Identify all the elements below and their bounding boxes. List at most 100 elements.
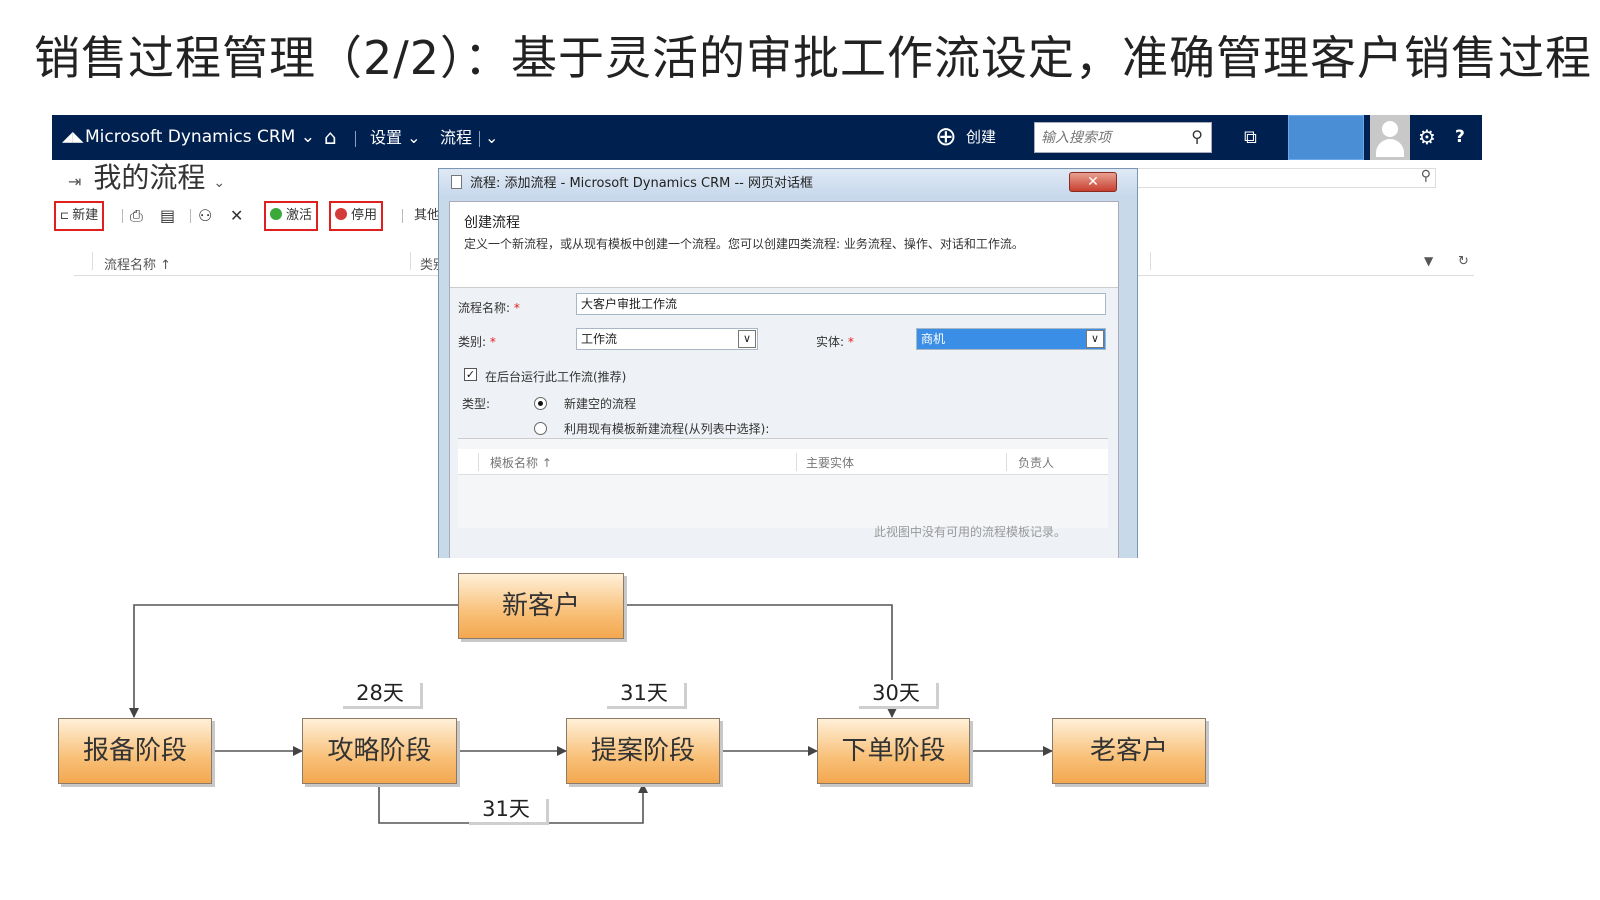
flow-stage-proposal: 提案阶段 (566, 718, 720, 784)
slide-title: 销售过程管理（2/2）：基于灵活的审批工作流设定，准确管理客户销售过程 (34, 31, 1593, 85)
column-divider (1006, 453, 1007, 471)
type-template-radio[interactable] (534, 422, 547, 435)
brand-menu[interactable]: Microsoft Dynamics CRM ⌄ (85, 115, 315, 160)
type-template-label[interactable]: 利用现有模板新建流程(从列表中选择): (564, 420, 769, 437)
nav-settings[interactable]: 设置 ⌄ (370, 115, 421, 160)
column-header-name[interactable]: 流程名称 ↑ (104, 254, 171, 273)
category-select[interactable]: 工作流 ∨ (576, 328, 758, 350)
nav-divider (479, 131, 480, 147)
flow-stage-report: 报备阶段 (58, 718, 212, 784)
entity-select[interactable]: 商机 ∨ (916, 328, 1106, 350)
process-name-label: 流程名称: * (458, 299, 520, 316)
process-name-input[interactable]: 大客户审批工作流 (576, 293, 1106, 315)
required-marker: * (847, 335, 854, 349)
delete-icon[interactable]: ✕ (230, 201, 243, 231)
primary-entity-column[interactable]: 主要实体 (806, 454, 854, 471)
entity-value: 商机 (921, 332, 946, 346)
new-icon: ⊏ (60, 209, 70, 222)
command-bar: ⊏ 新建 ⎙ ▤ ⚇ ✕ 激活 停用 其他 (52, 201, 452, 231)
entity-label: 实体: * (816, 333, 854, 350)
dialog-body: 创建流程 定义一个新流程，或从现有模板中创建一个流程。您可以创建四类流程: 业务… (449, 201, 1119, 558)
duration-label-2: 31天 (604, 680, 684, 706)
search-icon[interactable]: ⚲ (1191, 127, 1203, 146)
toolbar-divider (190, 209, 191, 223)
process-label: 流程 (440, 128, 473, 147)
search-icon[interactable]: ⚲ (1421, 168, 1431, 184)
activate-button[interactable]: 激活 (264, 201, 319, 231)
template-grid-header: 模板名称 ↑ 主要实体 负责人 (458, 449, 1108, 475)
create-icon[interactable]: ⊕ (935, 115, 957, 160)
type-new-label[interactable]: 新建空的流程 (564, 395, 636, 412)
dialog-header: 创建流程 定义一个新流程，或从现有模板中创建一个流程。您可以创建四类流程: 业务… (450, 202, 1118, 288)
duration-label-1: 28天 (340, 680, 420, 706)
dialog-titlebar[interactable]: 流程: 添加流程 - Microsoft Dynamics CRM -- 网页对… (439, 169, 1137, 199)
nav-process[interactable]: 流程 (440, 115, 472, 160)
template-grid: 模板名称 ↑ 主要实体 负责人 此视图中没有可用的流程模板记录。 (458, 438, 1108, 539)
process-chevron-icon[interactable]: ⌄ (485, 115, 498, 160)
help-icon[interactable]: ? (1455, 115, 1465, 160)
entity-label-text: 实体: (816, 335, 845, 349)
view-search-box[interactable]: ⚲ (1132, 168, 1436, 188)
dropdown-arrow-icon[interactable]: ∨ (738, 330, 756, 348)
dialog-description: 定义一个新流程，或从现有模板中创建一个流程。您可以创建四类流程: 业务流程、操作… (464, 237, 1024, 251)
close-icon[interactable]: ✕ (1069, 172, 1117, 192)
category-label: 类别: * (458, 333, 496, 350)
duration-label-back: 31天 (466, 796, 546, 822)
background-run-checkbox[interactable]: ✓ (464, 368, 477, 381)
dynamics-logo-icon: ◢◣ (62, 129, 84, 145)
column-divider (92, 252, 93, 270)
required-marker: * (513, 301, 520, 315)
home-icon[interactable]: ⌂ (324, 115, 337, 160)
nav-divider (355, 131, 356, 147)
gear-icon[interactable]: ⚙ (1418, 115, 1436, 160)
avatar-head (1382, 121, 1398, 137)
recent-records-icon[interactable]: ⧉ (1244, 115, 1257, 160)
owner-column[interactable]: 负责人 (1018, 454, 1054, 471)
user-tile[interactable] (1288, 115, 1364, 160)
chevron-down-icon[interactable]: ⌄ (213, 175, 225, 191)
top-navbar: ◢◣ Microsoft Dynamics CRM ⌄ ⌂ 设置 ⌄ 流程 ⌄ … (52, 115, 1482, 160)
dialog-heading: 创建流程 (464, 215, 520, 231)
assign-icon[interactable]: ⚇ (198, 201, 212, 231)
avatar[interactable] (1370, 115, 1410, 160)
category-label-text: 类别: (458, 335, 487, 349)
pin-icon[interactable]: ⇥ (68, 172, 81, 191)
search-input[interactable] (1041, 127, 1181, 149)
refresh-icon[interactable]: ↻ (1458, 254, 1469, 269)
type-new-radio[interactable] (534, 397, 547, 410)
deactivate-icon (335, 208, 347, 220)
type-label: 类型: (462, 397, 491, 411)
column-divider (410, 252, 411, 270)
filter-icon[interactable]: ▼ (1424, 254, 1433, 268)
print-icon[interactable]: ⎙ (130, 201, 143, 231)
activate-icon (270, 208, 282, 220)
column-divider (796, 453, 797, 471)
column-divider (478, 453, 479, 471)
deactivate-button[interactable]: 停用 (329, 201, 384, 231)
required-marker: * (489, 335, 496, 349)
toolbar-divider (122, 209, 123, 223)
flow-stage-order: 下单阶段 (817, 718, 970, 784)
template-empty-message: 此视图中没有可用的流程模板记录。 (874, 525, 1067, 539)
flow-start-box: 新客户 (458, 573, 624, 639)
new-button[interactable]: ⊏ 新建 (54, 201, 105, 231)
create-label[interactable]: 创建 (966, 115, 996, 160)
process-name-label-text: 流程名称: (458, 301, 511, 315)
column-divider (1150, 252, 1151, 270)
dropdown-arrow-icon[interactable]: ∨ (1086, 330, 1104, 348)
category-value: 工作流 (581, 332, 618, 346)
copy-icon[interactable]: ▤ (160, 201, 175, 231)
background-run-label[interactable]: 在后台运行此工作流(推荐) (485, 368, 626, 385)
flow-stage-existing-customer: 老客户 (1052, 718, 1206, 784)
view-title: 我的流程 (93, 161, 206, 194)
global-search[interactable]: ⚲ (1034, 122, 1212, 153)
template-name-column[interactable]: 模板名称 ↑ (490, 454, 552, 471)
more-commands-button[interactable]: 其他 (414, 201, 440, 231)
settings-label: 设置 (370, 128, 403, 147)
toolbar-divider (402, 209, 403, 223)
dialog-title: 流程: 添加流程 - Microsoft Dynamics CRM -- 网页对… (470, 176, 813, 191)
create-process-dialog: 流程: 添加流程 - Microsoft Dynamics CRM -- 网页对… (438, 168, 1138, 558)
deactivate-label: 停用 (351, 208, 378, 223)
new-label: 新建 (72, 208, 99, 223)
page-title[interactable]: ⇥ 我的流程 ⌄ (68, 160, 225, 196)
